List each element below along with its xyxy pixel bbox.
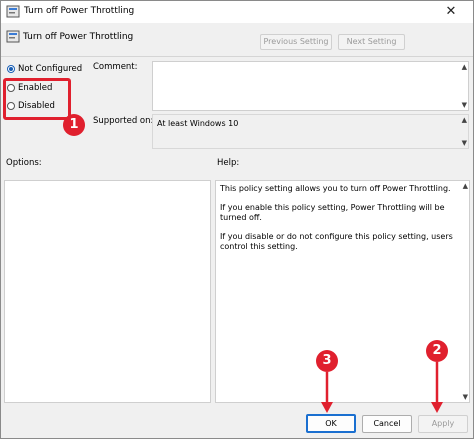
supported-scrollbar[interactable]: ▲ ▼ xyxy=(458,115,468,148)
help-paragraph: If you disable or do not configure this … xyxy=(220,232,453,251)
close-icon: ✕ xyxy=(445,4,457,19)
scroll-up-icon[interactable]: ▲ xyxy=(463,182,468,190)
options-pane xyxy=(4,180,211,403)
cancel-button[interactable]: Cancel xyxy=(362,415,412,433)
policy-name: Turn off Power Throttling xyxy=(23,32,134,42)
scroll-down-icon[interactable]: ▼ xyxy=(463,393,468,401)
help-label: Help: xyxy=(217,158,240,168)
supported-on-value: At least Windows 10 xyxy=(157,119,239,128)
help-paragraph: This policy setting allows you to turn o… xyxy=(220,184,451,193)
title-bar: Turn off Power Throttling ✕ xyxy=(1,1,473,23)
comment-scrollbar[interactable]: ▲ ▼ xyxy=(458,62,468,110)
close-button[interactable]: ✕ xyxy=(432,1,470,23)
next-setting-button[interactable]: Next Setting xyxy=(338,34,405,50)
window-title: Turn off Power Throttling xyxy=(24,6,135,16)
previous-setting-button[interactable]: Previous Setting xyxy=(260,34,332,50)
options-label: Options: xyxy=(6,158,42,168)
help-text: This policy setting allows you to turn o… xyxy=(220,184,455,252)
policy-header-icon xyxy=(6,30,20,43)
policy-dialog: Turn off Power Throttling ✕ Turn off Pow… xyxy=(0,0,474,439)
help-scrollbar[interactable]: ▲ ▼ xyxy=(459,181,469,402)
scroll-down-icon[interactable]: ▼ xyxy=(462,139,467,147)
radio-not-configured-label: Not Configured xyxy=(18,64,83,74)
policy-settings-icon xyxy=(6,5,20,18)
scroll-up-icon[interactable]: ▲ xyxy=(462,63,467,71)
radio-not-configured[interactable]: Not Configured xyxy=(7,64,82,74)
annotation-arrow-2 xyxy=(431,362,443,413)
ok-button[interactable]: OK xyxy=(306,414,356,433)
comment-label: Comment: xyxy=(93,62,138,72)
scroll-up-icon[interactable]: ▲ xyxy=(462,116,467,124)
apply-button[interactable]: Apply xyxy=(418,415,468,433)
header-divider xyxy=(1,56,473,57)
comment-textarea[interactable]: ▲ ▼ xyxy=(152,61,469,111)
scroll-down-icon[interactable]: ▼ xyxy=(462,101,467,109)
annotation-arrow-3 xyxy=(321,372,333,413)
annotation-badge-1: 1 xyxy=(63,114,85,136)
annotation-badge-2: 2 xyxy=(426,340,448,362)
highlight-box-radio xyxy=(3,78,71,120)
supported-on-field: At least Windows 10 ▲ ▼ xyxy=(152,114,469,149)
annotation-badge-3: 3 xyxy=(316,350,338,372)
supported-on-label: Supported on: xyxy=(93,116,154,126)
help-paragraph: If you enable this policy setting, Power… xyxy=(220,203,445,222)
radio-not-configured-indicator[interactable] xyxy=(7,65,15,73)
